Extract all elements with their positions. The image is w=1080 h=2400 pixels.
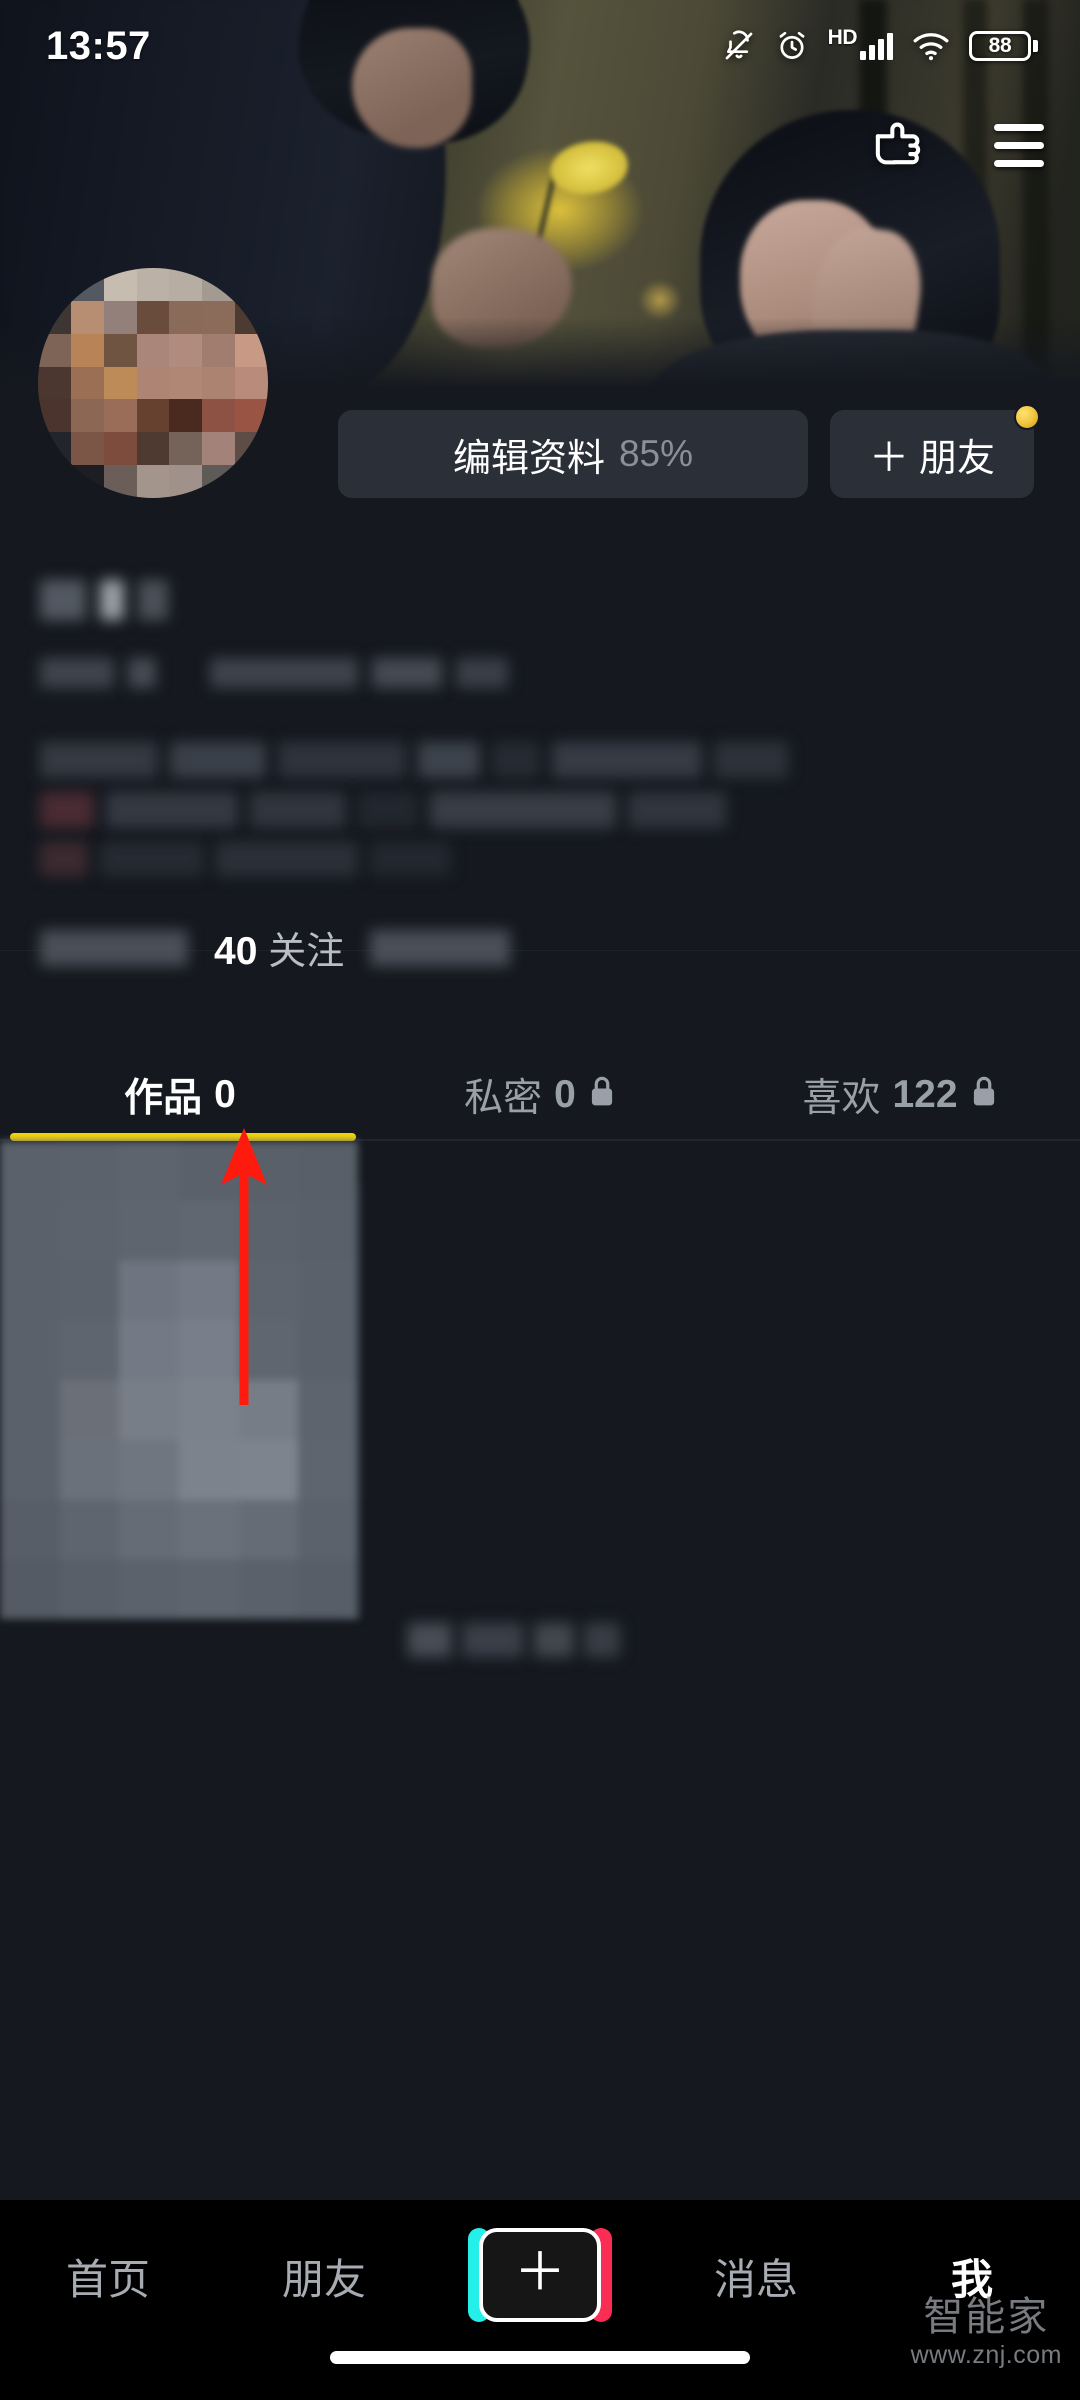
profile-completion-percent: 85% bbox=[618, 433, 694, 474]
tab-likes-label: 喜欢 bbox=[802, 1077, 881, 1120]
lock-icon bbox=[970, 1073, 998, 1117]
lock-icon bbox=[588, 1073, 616, 1117]
watermark-brand: 智能家 bbox=[923, 2294, 1050, 2339]
bell-muted-icon bbox=[722, 29, 756, 63]
following-count: 40 bbox=[214, 930, 258, 973]
avatar[interactable] bbox=[38, 268, 268, 498]
hd-signal-group: HD bbox=[828, 27, 893, 60]
profile-tabs: 作品 0 私密 0 喜欢 122 bbox=[0, 1049, 1080, 1141]
battery-icon: 88 bbox=[969, 31, 1038, 61]
content-card[interactable] bbox=[0, 1141, 358, 1619]
tab-works[interactable]: 作品 0 bbox=[0, 1067, 360, 1141]
tab-private-label: 私密 bbox=[464, 1077, 543, 1120]
hd-icon: HD bbox=[827, 25, 858, 49]
tab-active-indicator bbox=[10, 1133, 356, 1141]
signal-bars-icon bbox=[860, 32, 893, 60]
content-caption-blurred bbox=[408, 1623, 620, 1657]
avatar-mosaic bbox=[38, 268, 268, 498]
tab-works-count: 0 bbox=[214, 1073, 236, 1116]
watermark: 智能家 www.znj.com bbox=[911, 2296, 1062, 2368]
tab-likes-count: 122 bbox=[892, 1073, 958, 1116]
nav-create-wrap: ＋ bbox=[432, 2228, 648, 2322]
phone-screen: 13:57 HD 88 编辑资料 85% ＋ 朋友 40 关注 作品 0 私密 … bbox=[0, 0, 1080, 2400]
following-label: 关注 bbox=[268, 931, 345, 973]
battery-level: 88 bbox=[988, 34, 1012, 57]
following-stat[interactable]: 40 关注 bbox=[214, 920, 344, 975]
hamburger-menu-icon[interactable] bbox=[994, 123, 1044, 167]
home-indicator[interactable] bbox=[330, 2351, 750, 2364]
profile-stats-row: 40 关注 bbox=[0, 920, 1080, 975]
nav-friends[interactable]: 朋友 bbox=[216, 2228, 432, 2324]
nav-home[interactable]: 首页 bbox=[0, 2228, 216, 2324]
bio-blurred bbox=[0, 742, 1080, 876]
status-clock: 13:57 bbox=[46, 23, 151, 68]
edit-profile-button[interactable]: 编辑资料 85% bbox=[338, 410, 808, 498]
edit-profile-label: 编辑资料 bbox=[452, 437, 605, 480]
likes-stat[interactable] bbox=[370, 929, 511, 966]
tab-likes[interactable]: 喜欢 122 bbox=[720, 1067, 1080, 1141]
tab-private[interactable]: 私密 0 bbox=[360, 1067, 720, 1141]
status-icon-group: HD 88 bbox=[722, 27, 1038, 63]
profile-header-row: 编辑资料 85% ＋ 朋友 bbox=[0, 268, 1080, 588]
alarm-clock-icon bbox=[775, 29, 809, 63]
profile-section: 编辑资料 85% ＋ 朋友 40 关注 作品 0 私密 0 喜欢 122 bbox=[0, 268, 1080, 1781]
coin-badge-icon bbox=[1014, 404, 1040, 430]
add-friend-plus-icon: ＋ bbox=[868, 436, 909, 480]
add-friend-label: 朋友 bbox=[918, 437, 995, 480]
wifi-icon bbox=[912, 31, 950, 61]
nav-create[interactable]: ＋ bbox=[468, 2228, 612, 2322]
user-id-blurred bbox=[0, 658, 1080, 688]
followers-stat[interactable] bbox=[40, 929, 188, 966]
status-bar: 13:57 HD 88 bbox=[0, 0, 1080, 92]
add-friend-button[interactable]: ＋ 朋友 bbox=[830, 404, 1040, 498]
nav-create-label: ＋ bbox=[513, 2244, 566, 2302]
header-actions bbox=[870, 118, 1044, 172]
content-grid bbox=[0, 1141, 1080, 1781]
tab-works-label: 作品 bbox=[124, 1077, 203, 1120]
watermark-url: www.znj.com bbox=[910, 2340, 1062, 2369]
pointing-hand-icon[interactable] bbox=[870, 118, 932, 172]
profile-action-buttons: 编辑资料 85% ＋ 朋友 bbox=[338, 404, 1040, 498]
tab-private-count: 0 bbox=[554, 1073, 576, 1116]
nav-messages[interactable]: 消息 bbox=[648, 2228, 864, 2324]
